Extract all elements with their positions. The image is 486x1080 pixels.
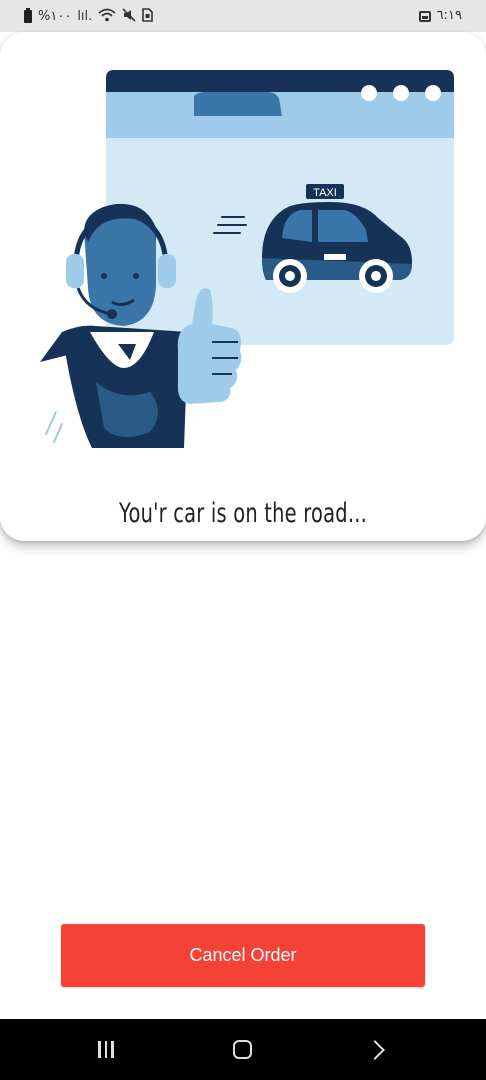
window-dot-icon — [361, 85, 377, 101]
window-dot-icon — [425, 85, 441, 101]
system-navigation-bar — [0, 1019, 486, 1080]
battery-icon — [24, 8, 32, 23]
home-icon — [232, 1040, 252, 1059]
back-button[interactable] — [338, 1019, 418, 1080]
sim-icon — [142, 8, 154, 25]
home-button[interactable] — [202, 1019, 282, 1080]
order-status-card: TAXI You'r car is on the road... — [0, 32, 486, 541]
back-icon — [365, 1039, 385, 1060]
mute-icon — [122, 8, 136, 25]
browser-tab — [194, 92, 282, 116]
status-icons-left: %١٠٠ lıl. — [24, 8, 154, 25]
wifi-icon — [98, 8, 116, 25]
gallery-notification-icon — [418, 10, 431, 22]
clock: ٦:١٩ — [436, 8, 462, 23]
battery-percent: %١٠٠ — [38, 8, 72, 24]
recents-button[interactable] — [66, 1019, 146, 1080]
status-icons-right: ٦:١٩ — [418, 8, 462, 24]
order-status-message: You'r car is on the road... — [118, 498, 368, 529]
signal-icon: lıl. — [77, 8, 93, 24]
taxi-support-illustration: TAXI — [40, 70, 454, 448]
taxi-sign-text: TAXI — [313, 187, 337, 199]
cancel-order-button[interactable]: Cancel Order — [61, 924, 425, 987]
recents-icon — [98, 1041, 114, 1058]
window-dot-icon — [393, 85, 409, 101]
status-bar: %١٠٠ lıl. ٦:١٩ — [0, 0, 486, 32]
